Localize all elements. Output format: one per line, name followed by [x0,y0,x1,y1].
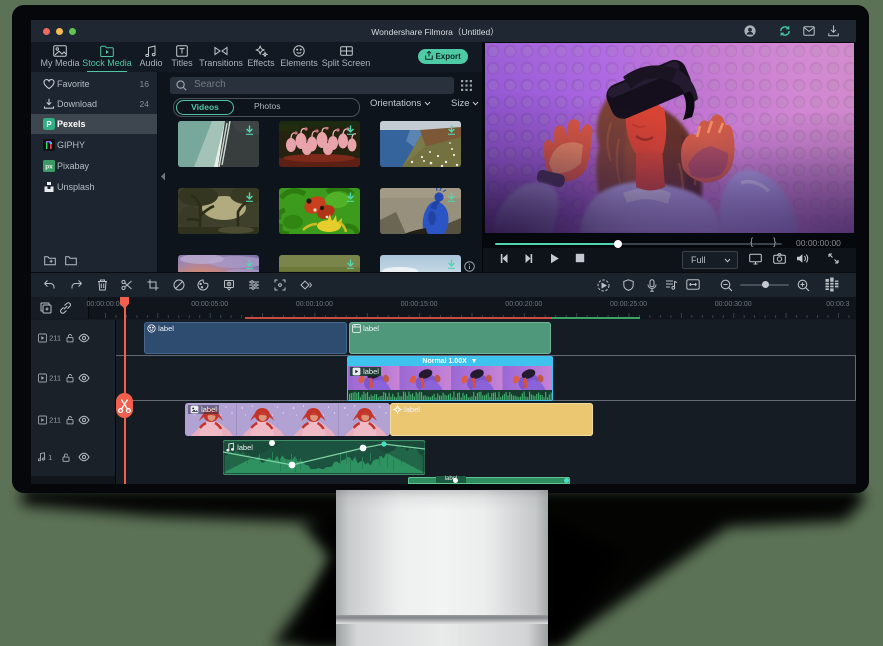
svg-text:00:00:3: 00:00:3 [826,301,849,308]
svg-text:00:00:05:00: 00:00:05:00 [191,301,228,308]
svg-text:00:00:00:00: 00:00:00:00 [87,301,124,308]
svg-text:P: P [46,120,52,129]
svg-text:00:00:30:00: 00:00:30:00 [715,301,752,308]
svg-text:00:00:20:00: 00:00:20:00 [505,301,542,308]
svg-text:00:00:25:00: 00:00:25:00 [610,301,647,308]
svg-text:px: px [45,164,53,171]
svg-text:00:00:10:00: 00:00:10:00 [296,301,333,308]
svg-text:00:00:15:00: 00:00:15:00 [401,301,438,308]
